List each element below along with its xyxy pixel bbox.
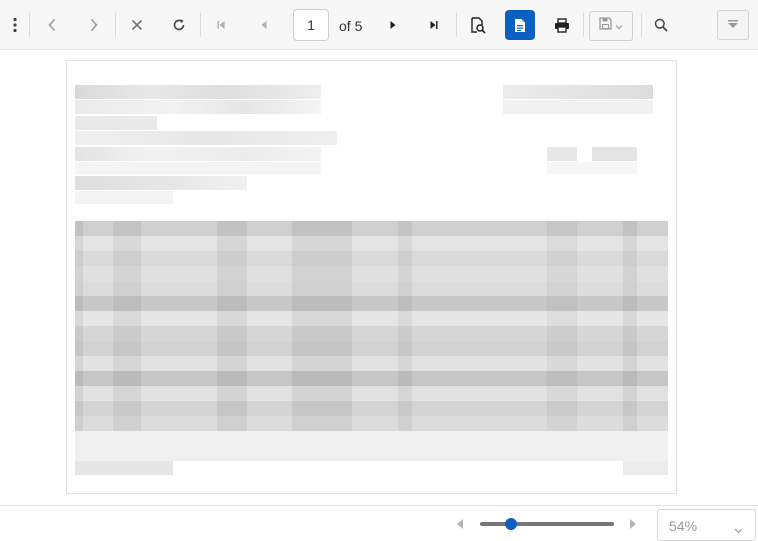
table-row: [75, 341, 668, 356]
table-row: [75, 401, 668, 416]
last-page-icon: [429, 20, 439, 30]
blurred-text: [547, 147, 577, 161]
table-column: [547, 221, 577, 431]
first-page-icon: [216, 20, 226, 30]
table-row: [75, 251, 668, 266]
print-icon: [554, 17, 570, 33]
table-column: [292, 221, 352, 431]
page-number-input[interactable]: [293, 9, 329, 41]
table-column: [217, 221, 247, 431]
refresh-icon: [172, 18, 186, 32]
table-row: [75, 266, 668, 281]
first-page-button[interactable]: [206, 10, 236, 40]
previous-page-icon: [260, 20, 268, 30]
print-button[interactable]: [547, 10, 577, 40]
blurred-text: [75, 191, 173, 204]
zoom-level-value: 54%: [669, 518, 698, 534]
save-dropdown-button[interactable]: [589, 11, 633, 41]
table-row: [75, 281, 668, 296]
blurred-text: [75, 100, 321, 114]
toolbar-divider: [641, 13, 642, 37]
close-button[interactable]: [122, 10, 152, 40]
toolbar-divider: [200, 13, 201, 37]
toolbar-divider: [456, 13, 457, 37]
search-button[interactable]: [646, 10, 676, 40]
forward-button[interactable]: [79, 10, 109, 40]
table-column: [398, 221, 412, 431]
search-icon: [654, 18, 668, 32]
last-page-button[interactable]: [419, 10, 449, 40]
report-page: [66, 60, 677, 494]
collapse-toolbar-button[interactable]: [717, 10, 749, 40]
blurred-text: [75, 116, 157, 130]
back-button[interactable]: [37, 10, 67, 40]
search-document-button[interactable]: [463, 10, 493, 40]
toolbar-divider: [583, 13, 584, 37]
collapse-toolbar-icon: [727, 16, 739, 34]
more-options-button[interactable]: [0, 10, 30, 40]
zoom-slider-thumb[interactable]: [505, 518, 518, 530]
document-icon: [514, 18, 526, 33]
blurred-text: [75, 176, 247, 190]
next-page-icon: [389, 20, 397, 30]
status-bar: 54%: [0, 505, 758, 541]
document-view-button[interactable]: [505, 10, 535, 40]
search-document-icon: [470, 16, 486, 34]
blurred-text: [503, 85, 653, 99]
blurred-text: [75, 461, 173, 475]
table-row: [75, 221, 668, 236]
close-icon: [131, 19, 143, 31]
blurred-text: [547, 162, 637, 174]
table-column: [75, 221, 83, 431]
table-row: [75, 356, 668, 371]
blurred-text: [75, 131, 337, 145]
chevron-left-icon: [47, 18, 57, 32]
chevron-down-icon: [615, 17, 623, 35]
viewer-toolbar: of 5: [0, 0, 758, 50]
table-column: [113, 221, 141, 431]
toolbar-divider: [29, 13, 30, 37]
toolbar-divider: [115, 13, 116, 37]
zoom-slider[interactable]: [480, 522, 614, 526]
blurred-text: [592, 147, 637, 161]
document-viewport[interactable]: [0, 50, 758, 505]
table-row: [75, 416, 668, 431]
zoom-out-button[interactable]: [457, 519, 463, 529]
blurred-text: [623, 461, 668, 475]
chevron-down-icon: [734, 521, 743, 539]
blurred-text: [75, 85, 321, 99]
blurred-text: [75, 147, 321, 161]
refresh-button[interactable]: [164, 10, 194, 40]
save-icon: [599, 17, 612, 35]
blurred-text: [503, 100, 653, 114]
table-row: [75, 326, 668, 341]
table-row: [75, 431, 668, 461]
zoom-level-select[interactable]: 54%: [657, 509, 756, 541]
table-row: [75, 236, 668, 251]
table-row: [75, 386, 668, 401]
table-row: [75, 296, 668, 311]
table-column: [623, 221, 637, 431]
table-row: [75, 311, 668, 326]
blurred-text: [75, 162, 321, 174]
zoom-in-button[interactable]: [630, 519, 636, 529]
previous-page-button[interactable]: [249, 10, 279, 40]
more-vertical-icon: [12, 17, 18, 33]
chevron-right-icon: [89, 18, 99, 32]
table-row: [75, 371, 668, 386]
next-page-button[interactable]: [378, 10, 408, 40]
page-count-label: of 5: [339, 18, 363, 34]
